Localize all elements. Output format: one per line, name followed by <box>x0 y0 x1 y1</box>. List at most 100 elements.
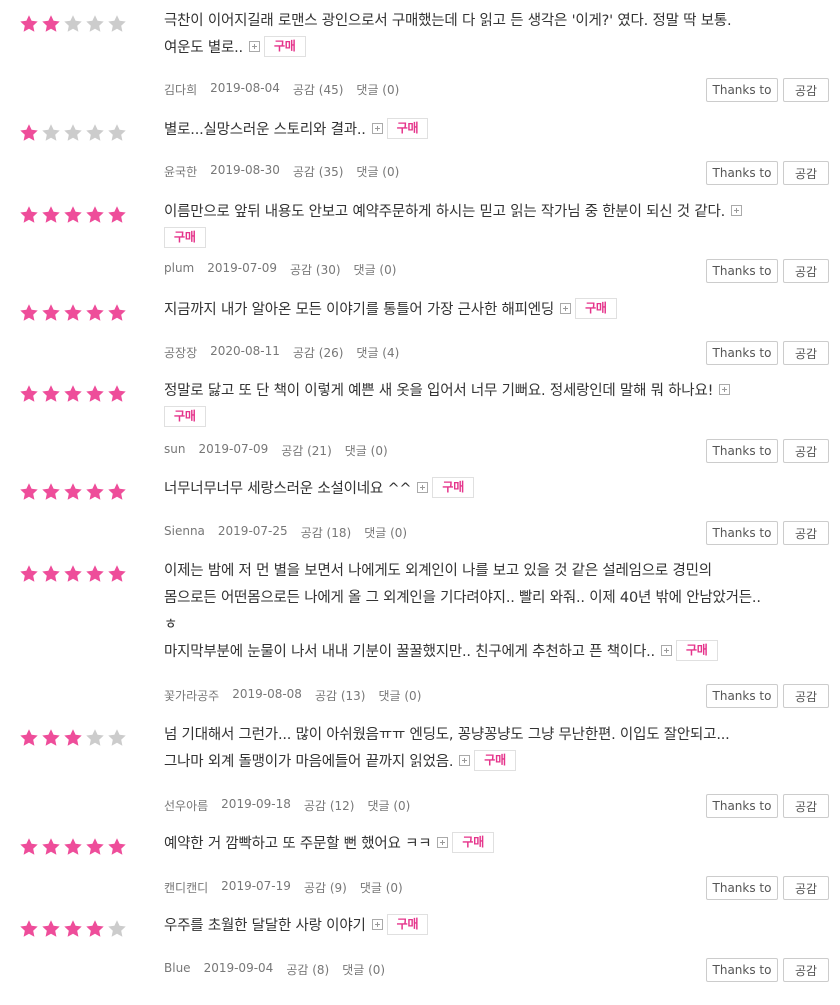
star-rating <box>19 919 127 939</box>
thanks-to-button[interactable]: Thanks to <box>706 78 778 102</box>
review-text: 극찬이 이어지길래 로맨스 광인으로서 구매했는데 다 읽고 든 생각은 '이게… <box>164 8 804 62</box>
star-icon <box>19 384 39 404</box>
purchase-badge: 구매 <box>386 118 429 139</box>
comment-count[interactable]: 댓글 (0) <box>342 961 385 978</box>
purchase-badge: 구매 <box>164 406 206 427</box>
star-icon <box>85 482 105 502</box>
like-button[interactable]: 공감 <box>783 341 829 365</box>
star-icon <box>85 919 105 939</box>
plus-box-icon[interactable] <box>731 205 743 216</box>
thanks-to-button[interactable]: Thanks to <box>706 439 778 463</box>
star-rating <box>19 564 127 584</box>
star-icon <box>107 205 127 225</box>
comment-count[interactable]: 댓글 (0) <box>345 442 388 459</box>
review-text-span: 이름만으로 앞뒤 내용도 안보고 예약주문하게 하시는 믿고 읽는 작가님 중 … <box>164 204 726 220</box>
thanks-to-button[interactable]: Thanks to <box>706 794 778 818</box>
thanks-to-button[interactable]: Thanks to <box>706 161 778 185</box>
review-date: 2019-08-04 <box>210 81 280 95</box>
review-text-span: 마지막부분에 눈물이 나서 내내 기분이 꿀꿀했지만.. 친구에게 추천하고 픈… <box>164 644 655 660</box>
star-icon <box>107 303 127 323</box>
review-date: 2019-09-04 <box>203 961 274 975</box>
like-count: 공감 (30) <box>290 263 341 277</box>
like-button[interactable]: 공감 <box>783 794 829 818</box>
thanks-to-button[interactable]: Thanks to <box>706 876 778 900</box>
purchase-badge: 구매 <box>575 298 617 319</box>
review-text-line: 그나마 외계 돌맹이가 마음에들어 끝까지 읽었음. 구매 <box>164 749 804 776</box>
star-icon <box>19 564 39 584</box>
like-count: 공감 (18) <box>300 526 352 540</box>
like-button[interactable]: 공감 <box>783 521 829 545</box>
review-content: 이제는 밤에 저 먼 별을 보면서 나에게도 외계인이 나를 보고 있을 것 같… <box>164 558 804 666</box>
plus-box-icon[interactable] <box>719 384 731 395</box>
review-text-span: 지금까지 내가 알아온 모든 이야기를 통틀어 가장 근사한 해피엔딩 <box>164 302 555 318</box>
plus-box-icon[interactable] <box>560 303 572 314</box>
review-author: 선우아름 <box>164 799 209 813</box>
plus-box-icon[interactable] <box>437 837 449 848</box>
thanks-to-button[interactable]: Thanks to <box>706 521 778 545</box>
like-button[interactable]: 공감 <box>783 684 829 708</box>
like-button[interactable]: 공감 <box>783 958 829 982</box>
review-text-span: 너무너무너무 세랑스러운 소설이네요 ^^ <box>164 481 412 497</box>
thanks-to-button[interactable]: Thanks to <box>706 958 778 982</box>
star-icon <box>63 564 83 584</box>
like-button[interactable]: 공감 <box>783 161 829 185</box>
star-icon <box>85 728 105 748</box>
thanks-to-button[interactable]: Thanks to <box>706 259 778 283</box>
plus-box-icon[interactable] <box>459 755 471 766</box>
review-meta: 선우아름 2019-09-18 공감 (12) 댓글 (0) <box>164 797 410 814</box>
plus-box-icon[interactable] <box>417 482 429 493</box>
star-icon <box>85 837 105 857</box>
review-content: 별로...실망스러운 스토리와 결과.. 구매 <box>164 117 804 144</box>
review-content: 이름만으로 앞뒤 내용도 안보고 예약주문하게 하시는 믿고 읽는 작가님 중 … <box>164 199 804 253</box>
star-icon <box>41 728 61 748</box>
like-button[interactable]: 공감 <box>783 439 829 463</box>
review-author: plum <box>164 261 195 275</box>
plus-box-icon[interactable] <box>371 919 383 930</box>
star-icon <box>63 482 83 502</box>
comment-count[interactable]: 댓글 (0) <box>356 81 399 98</box>
like-button[interactable]: 공감 <box>783 876 829 900</box>
plus-box-icon[interactable] <box>660 645 672 656</box>
review-text: 이제는 밤에 저 먼 별을 보면서 나에게도 외계인이 나를 보고 있을 것 같… <box>164 558 804 666</box>
star-icon <box>107 482 127 502</box>
comment-count[interactable]: 댓글 (0) <box>356 163 399 180</box>
star-icon <box>107 837 127 857</box>
star-icon <box>41 919 61 939</box>
purchase-badge: 구매 <box>263 36 306 57</box>
star-icon <box>19 123 39 143</box>
star-icon <box>19 205 39 225</box>
star-icon <box>41 384 61 404</box>
review-author: Sienna <box>164 524 205 538</box>
review-text-line: 우주를 초월한 달달한 사랑 이야기 구매 <box>164 913 804 940</box>
like-button[interactable]: 공감 <box>783 78 829 102</box>
plus-box-icon[interactable] <box>248 41 260 52</box>
like-button[interactable]: 공감 <box>783 259 829 283</box>
star-icon <box>63 303 83 323</box>
comment-count[interactable]: 댓글 (0) <box>367 797 410 814</box>
comment-count[interactable]: 댓글 (0) <box>378 687 421 704</box>
comment-count[interactable]: 댓글 (4) <box>356 344 399 361</box>
plus-box-icon[interactable] <box>371 123 383 134</box>
star-icon <box>107 919 127 939</box>
star-icon <box>63 384 83 404</box>
review-date: 2019-07-19 <box>221 879 291 893</box>
comment-count[interactable]: 댓글 (0) <box>360 879 403 896</box>
review-text: 지금까지 내가 알아온 모든 이야기를 통틀어 가장 근사한 해피엔딩 구매 <box>164 297 804 324</box>
review-date: 2019-09-18 <box>221 797 291 811</box>
review-author: Blue <box>164 961 191 975</box>
purchase-badge: 구매 <box>386 914 429 935</box>
review-text-line: 너무너무너무 세랑스러운 소설이네요 ^^ 구매 <box>164 476 804 503</box>
like-count: 공감 (13) <box>314 689 366 703</box>
review-text-line: 지금까지 내가 알아온 모든 이야기를 통틀어 가장 근사한 해피엔딩 구매 <box>164 297 804 324</box>
star-icon <box>85 384 105 404</box>
review-text-span: 넘 기대해서 그런가... 많이 아쉬웠음ㅠㅠ 엔딩도, 꽁냥꽁냥도 그냥 무난… <box>164 727 730 743</box>
star-rating <box>19 205 127 225</box>
comment-count[interactable]: 댓글 (0) <box>354 261 397 278</box>
review-text-span: 극찬이 이어지길래 로맨스 광인으로서 구매했는데 다 읽고 든 생각은 '이게… <box>164 13 732 29</box>
thanks-to-button[interactable]: Thanks to <box>706 684 778 708</box>
star-icon <box>41 14 61 34</box>
comment-count[interactable]: 댓글 (0) <box>364 524 407 541</box>
review-content: 넘 기대해서 그런가... 많이 아쉬웠음ㅠㅠ 엔딩도, 꽁냥꽁냥도 그냥 무난… <box>164 722 804 776</box>
like-count: 공감 (45) <box>292 83 344 97</box>
thanks-to-button[interactable]: Thanks to <box>706 341 778 365</box>
